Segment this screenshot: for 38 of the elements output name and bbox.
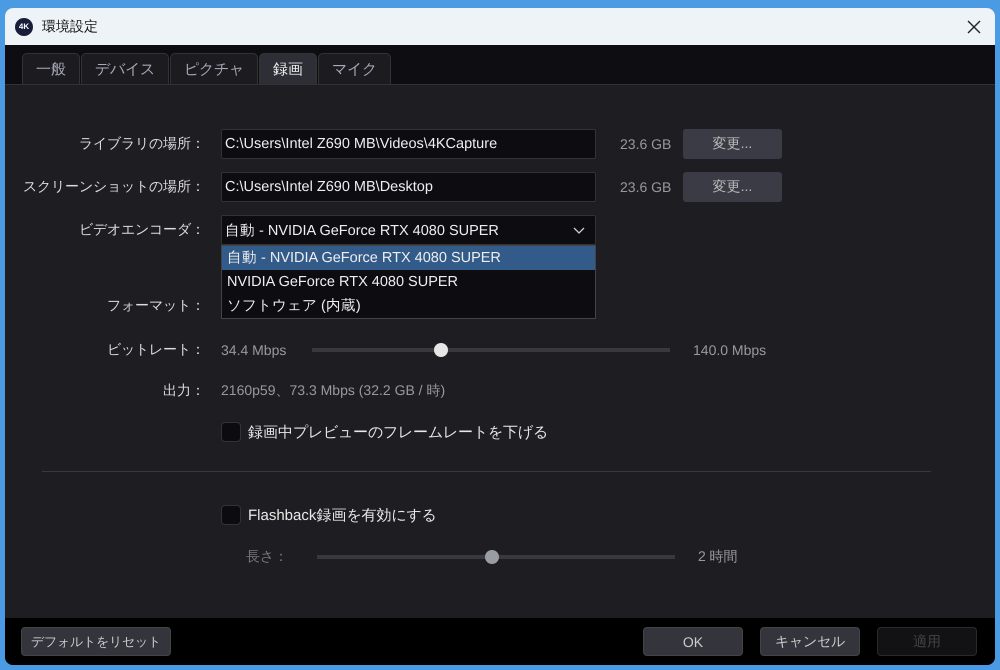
field-label: 出力： xyxy=(162,382,205,400)
dialog-button[interactable]: OK xyxy=(643,627,743,656)
field-label: ビットレート： xyxy=(106,341,205,359)
path-field[interactable]: C:\Users\Intel Z690 MB\Videos\4KCapture xyxy=(221,129,596,159)
free-space-text: 23.6 GB xyxy=(620,136,672,152)
field-label: スクリーンショットの場所： xyxy=(22,178,205,196)
chevron-icon xyxy=(573,226,585,234)
encoder-dropdown[interactable]: 自動 - NVIDIA GeForce RTX 4080 SUPER xyxy=(221,215,596,245)
max-bitrate-text: 140.0 Mbps xyxy=(693,342,766,358)
tab[interactable]: 録画 xyxy=(259,53,317,84)
length-reading: 2 時間 xyxy=(698,548,738,566)
window-title: 環境設定 xyxy=(42,18,99,36)
dropdown-option[interactable]: 自動 - NVIDIA GeForce RTX 4080 SUPER xyxy=(222,246,595,270)
output-info-text: 2160p59、73.3 Mbps (32.2 GB / 時) xyxy=(221,382,446,400)
free-space-text: 23.6 GB xyxy=(620,179,672,195)
tab[interactable]: ピクチャ xyxy=(170,53,258,84)
dialog-button[interactable]: キャンセル xyxy=(760,627,860,656)
dropdown-option[interactable]: ソフトウェア (内蔵) xyxy=(222,294,595,318)
checkbox-label: Flashback録画を有効にする xyxy=(248,506,436,524)
slider-thumb[interactable] xyxy=(434,343,448,357)
path-field[interactable]: C:\Users\Intel Z690 MB\Desktop xyxy=(221,172,596,202)
checkbox-label: 録画中プレビューのフレームレートを下げる xyxy=(248,422,548,442)
dropdown-option[interactable]: NVIDIA GeForce RTX 4080 SUPER xyxy=(222,270,595,294)
reset-defaults-button[interactable]: デフォルトをリセット xyxy=(21,627,171,656)
bitrate-reading: 34.4 Mbps xyxy=(221,342,288,358)
tab[interactable]: 一般 xyxy=(22,53,80,84)
field-label: 長さ： xyxy=(246,548,289,566)
field-label: ライブラリの場所： xyxy=(78,135,205,153)
checkbox[interactable] xyxy=(221,422,241,442)
app-logo: 4K xyxy=(15,18,33,36)
close-icon[interactable] xyxy=(967,20,981,34)
change-button[interactable]: 変更... xyxy=(683,172,782,202)
field-label: ビデオエンコーダ： xyxy=(78,221,205,239)
tab[interactable]: デバイス xyxy=(81,53,169,84)
field-label: フォーマット： xyxy=(106,297,205,315)
change-button[interactable]: 変更... xyxy=(683,129,782,159)
tab[interactable]: マイク xyxy=(318,53,391,84)
checkbox[interactable] xyxy=(221,505,241,525)
